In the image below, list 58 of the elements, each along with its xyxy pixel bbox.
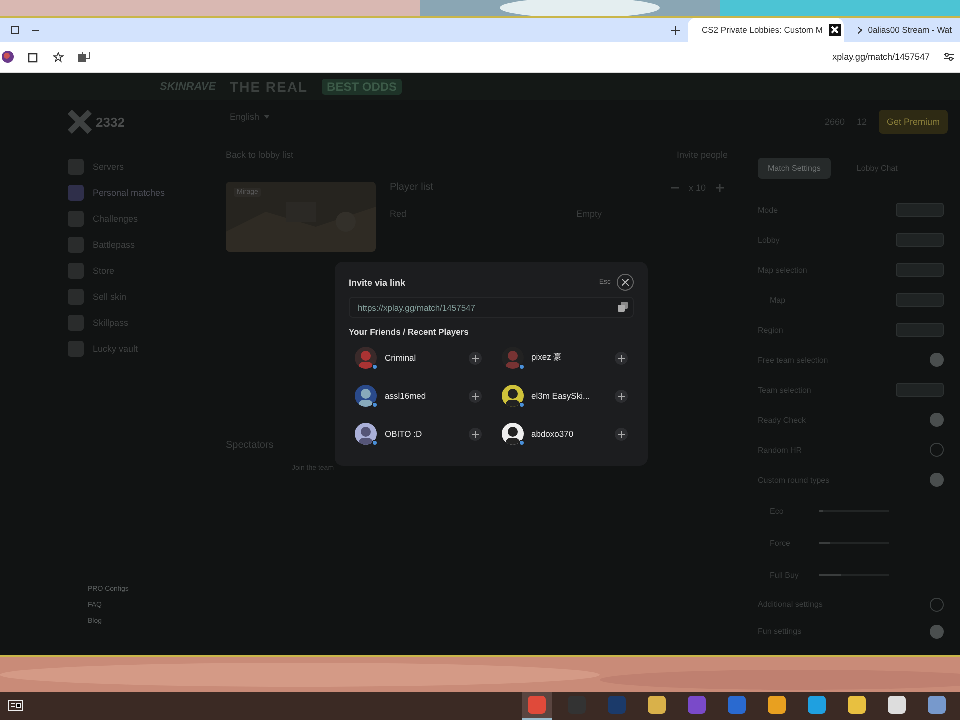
friend-name: pixez 豪 bbox=[532, 352, 564, 364]
profile-icon[interactable] bbox=[2, 51, 14, 63]
menu-icon bbox=[68, 159, 84, 175]
bookmark-star-icon[interactable] bbox=[53, 52, 64, 62]
plus-icon bbox=[618, 392, 625, 400]
copy-button[interactable] bbox=[618, 302, 628, 312]
app-icon[interactable] bbox=[888, 696, 906, 714]
app-icon[interactable] bbox=[768, 696, 786, 714]
extensions-icon[interactable] bbox=[28, 52, 39, 62]
toggle-switch[interactable] bbox=[930, 353, 944, 367]
copy-icon bbox=[618, 302, 628, 312]
browser-tab[interactable]: CS2 Private Lobbies: Custom M bbox=[688, 18, 844, 42]
invite-button[interactable] bbox=[468, 390, 482, 402]
new-tab-icon[interactable] bbox=[668, 23, 682, 37]
friend-name: Criminal bbox=[385, 353, 418, 363]
plus-icon bbox=[472, 392, 478, 400]
app-icon[interactable] bbox=[808, 696, 826, 714]
x-logo-icon bbox=[828, 24, 841, 36]
invite-button[interactable] bbox=[615, 352, 628, 364]
sidebar-item[interactable]: Personal matches bbox=[68, 180, 218, 206]
menu-icon bbox=[68, 185, 84, 201]
plus-icon bbox=[618, 354, 625, 362]
toggle-switch[interactable] bbox=[930, 624, 944, 638]
menu-icon bbox=[68, 263, 84, 279]
site-settings-icon[interactable] bbox=[944, 52, 954, 62]
menu-icon bbox=[68, 315, 84, 331]
news-icon[interactable] bbox=[8, 700, 24, 712]
app-icon[interactable] bbox=[648, 696, 666, 714]
dialog-title: Invite via link bbox=[349, 278, 406, 288]
plus-icon bbox=[472, 430, 478, 438]
invite-button[interactable] bbox=[468, 352, 482, 364]
settings-tab[interactable]: Match Settings bbox=[758, 158, 831, 179]
app-icon[interactable] bbox=[848, 696, 866, 714]
invite-link-field[interactable]: https://xplay.gg/match/1457547 bbox=[349, 297, 634, 318]
close-button[interactable] bbox=[617, 274, 634, 291]
menu-icon bbox=[68, 289, 84, 305]
friends-title: Your Friends / Recent Players bbox=[349, 327, 470, 337]
premium-button[interactable]: Get Premium bbox=[878, 110, 948, 134]
toggle-switch[interactable] bbox=[930, 473, 944, 487]
points-value: 2332 bbox=[96, 114, 125, 130]
plus-icon bbox=[472, 354, 478, 362]
friend-name: abdoxo370 bbox=[532, 429, 575, 439]
friend-name: el3m EasySki... bbox=[532, 391, 592, 401]
friend-name: OBITO :D bbox=[385, 429, 424, 439]
invite-button[interactable] bbox=[615, 390, 628, 402]
toggle-switch[interactable] bbox=[930, 443, 944, 457]
menu-icon bbox=[68, 237, 84, 253]
menu-icon bbox=[68, 211, 84, 227]
app-icon[interactable] bbox=[928, 696, 946, 714]
menu-icon bbox=[68, 341, 84, 357]
browser-tab[interactable]: 0alias00 Stream - Wat bbox=[850, 18, 960, 42]
invite-button[interactable] bbox=[615, 428, 628, 440]
plus-icon bbox=[618, 430, 625, 438]
friend-name: assl16med bbox=[385, 391, 428, 401]
toggle-switch[interactable] bbox=[930, 413, 944, 427]
address-url[interactable]: xplay.gg/match/1457547 bbox=[832, 52, 930, 62]
invite-button[interactable] bbox=[468, 428, 482, 440]
toggle-switch[interactable] bbox=[930, 598, 944, 612]
